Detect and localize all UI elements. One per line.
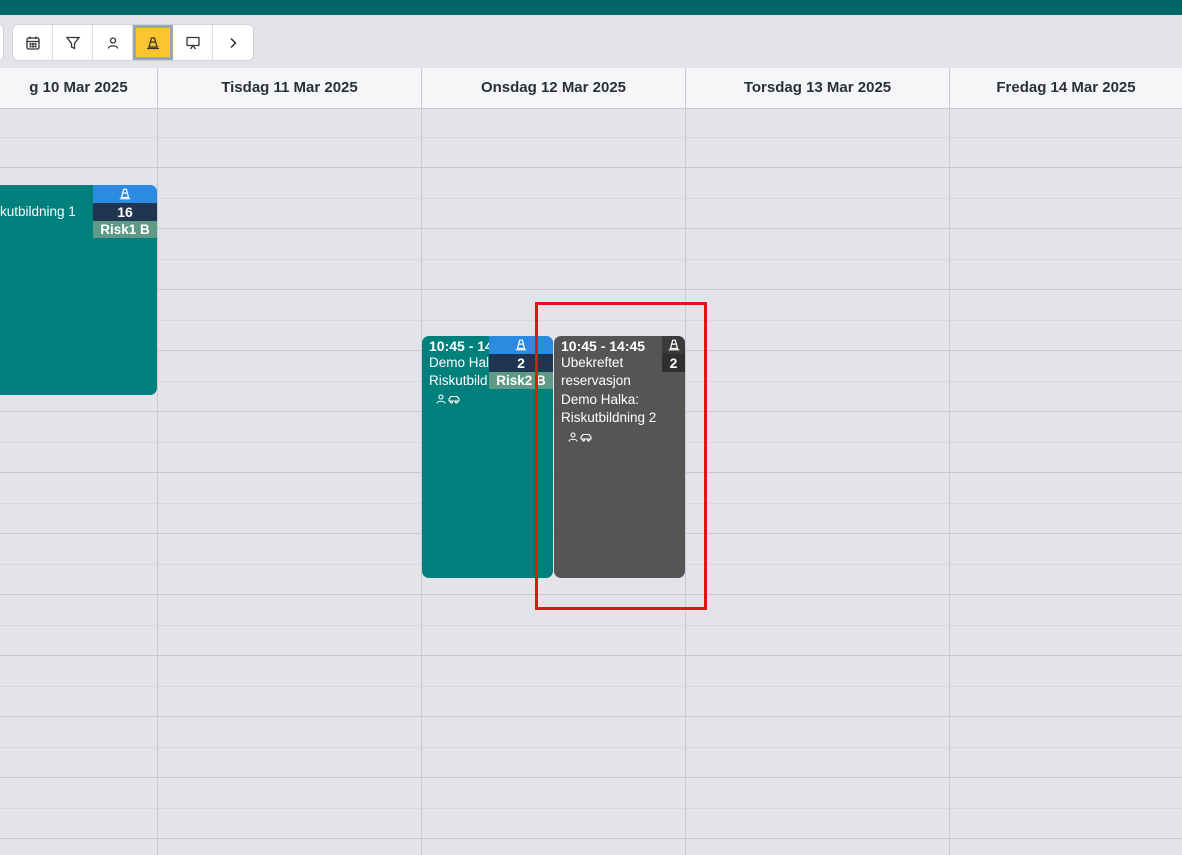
day-header-thursday[interactable]: Torsdag 13 Mar 2025 <box>686 68 950 108</box>
traffic-cone-icon <box>515 339 527 351</box>
day-header-friday[interactable]: Fredag 14 Mar 2025 <box>950 68 1182 108</box>
presentation-button[interactable] <box>173 25 213 60</box>
calendar-icon <box>25 36 40 50</box>
event-wednesday-unconfirmed-reservation[interactable]: 10:45 - 14:45 Ubekreftet reservasjon Dem… <box>554 336 685 578</box>
filter-button[interactable] <box>53 25 93 60</box>
grid-line <box>0 198 1182 199</box>
grid-line <box>0 259 1182 260</box>
day-header-tuesday[interactable]: Tisdag 11 Mar 2025 <box>158 68 422 108</box>
grid-line <box>0 167 1182 168</box>
event-count-badge: 2 <box>489 354 553 372</box>
event-count-badge: 16 <box>93 203 157 221</box>
column-divider <box>157 68 158 855</box>
event-cone-badge <box>489 336 553 354</box>
grid-line <box>0 838 1182 839</box>
chevron-right-icon <box>230 37 237 48</box>
grid-line <box>0 228 1182 229</box>
event-badge-column: 2 <box>662 336 685 372</box>
event-line-4: Riskutbildning 2 <box>561 410 657 425</box>
traffic-cone-icon <box>119 188 131 200</box>
event-cone-badge <box>93 185 157 203</box>
event-title: kutbildning 1 <box>0 204 76 219</box>
column-divider <box>949 68 950 855</box>
event-resource-icons <box>567 432 592 442</box>
person-button[interactable] <box>93 25 133 60</box>
person-icon <box>436 394 446 404</box>
grid-line <box>0 655 1182 656</box>
presentation-board-icon <box>185 36 200 49</box>
event-line-2: Riskutbild <box>429 373 488 388</box>
event-time: 10:45 - 14:45 <box>561 338 646 354</box>
person-icon <box>568 432 578 442</box>
grid-line <box>0 320 1182 321</box>
calendar-button[interactable] <box>13 25 53 60</box>
traffic-cone-icon <box>146 36 159 49</box>
app-top-bar <box>0 0 1182 15</box>
car-icon <box>448 395 460 404</box>
toolbar-left-button-stub[interactable] <box>0 24 4 61</box>
event-wednesday-demo-halka[interactable]: 10:45 - 14 Demo Hal Riskutbild 2 Risk2 B <box>422 336 553 578</box>
grid-line <box>0 137 1182 138</box>
grid-line <box>0 594 1182 595</box>
traffic-cone-icon <box>668 339 679 351</box>
grid-line <box>0 686 1182 687</box>
day-header-monday[interactable]: g 10 Mar 2025 <box>0 68 158 108</box>
column-divider <box>685 68 686 855</box>
event-badge-column: 16 Risk1 B <box>93 185 157 238</box>
event-cone-badge <box>662 336 685 354</box>
grid-line <box>0 747 1182 748</box>
event-track-badge: Risk2 B <box>489 372 553 389</box>
grid-line <box>0 808 1182 809</box>
toolbar <box>0 15 1182 68</box>
next-button[interactable] <box>213 25 253 60</box>
event-time: 10:45 - 14 <box>429 338 493 354</box>
event-count-badge: 2 <box>662 354 685 372</box>
grid-line <box>0 625 1182 626</box>
day-header-wednesday[interactable]: Onsdag 12 Mar 2025 <box>422 68 686 108</box>
day-header-row: g 10 Mar 2025 Tisdag 11 Mar 2025 Onsdag … <box>0 68 1182 109</box>
event-monday-riskutbildning-1[interactable]: kutbildning 1 16 Risk1 B <box>0 185 157 395</box>
grid-line <box>0 289 1182 290</box>
toolbar-button-group <box>12 24 254 61</box>
event-line-1: Ubekreftet <box>561 355 624 370</box>
filter-icon <box>65 36 80 50</box>
event-resource-icons <box>435 394 460 404</box>
event-line-2: reservasjon <box>561 373 631 388</box>
car-icon <box>580 433 592 442</box>
grid-line <box>0 716 1182 717</box>
traffic-cone-button[interactable] <box>133 25 173 60</box>
grid-line <box>0 777 1182 778</box>
event-badge-column: 2 Risk2 B <box>489 336 553 389</box>
event-line-3: Demo Halka: <box>561 392 640 407</box>
event-line-1: Demo Hal <box>429 355 490 370</box>
person-icon <box>107 36 118 49</box>
event-track-badge: Risk1 B <box>93 221 157 238</box>
